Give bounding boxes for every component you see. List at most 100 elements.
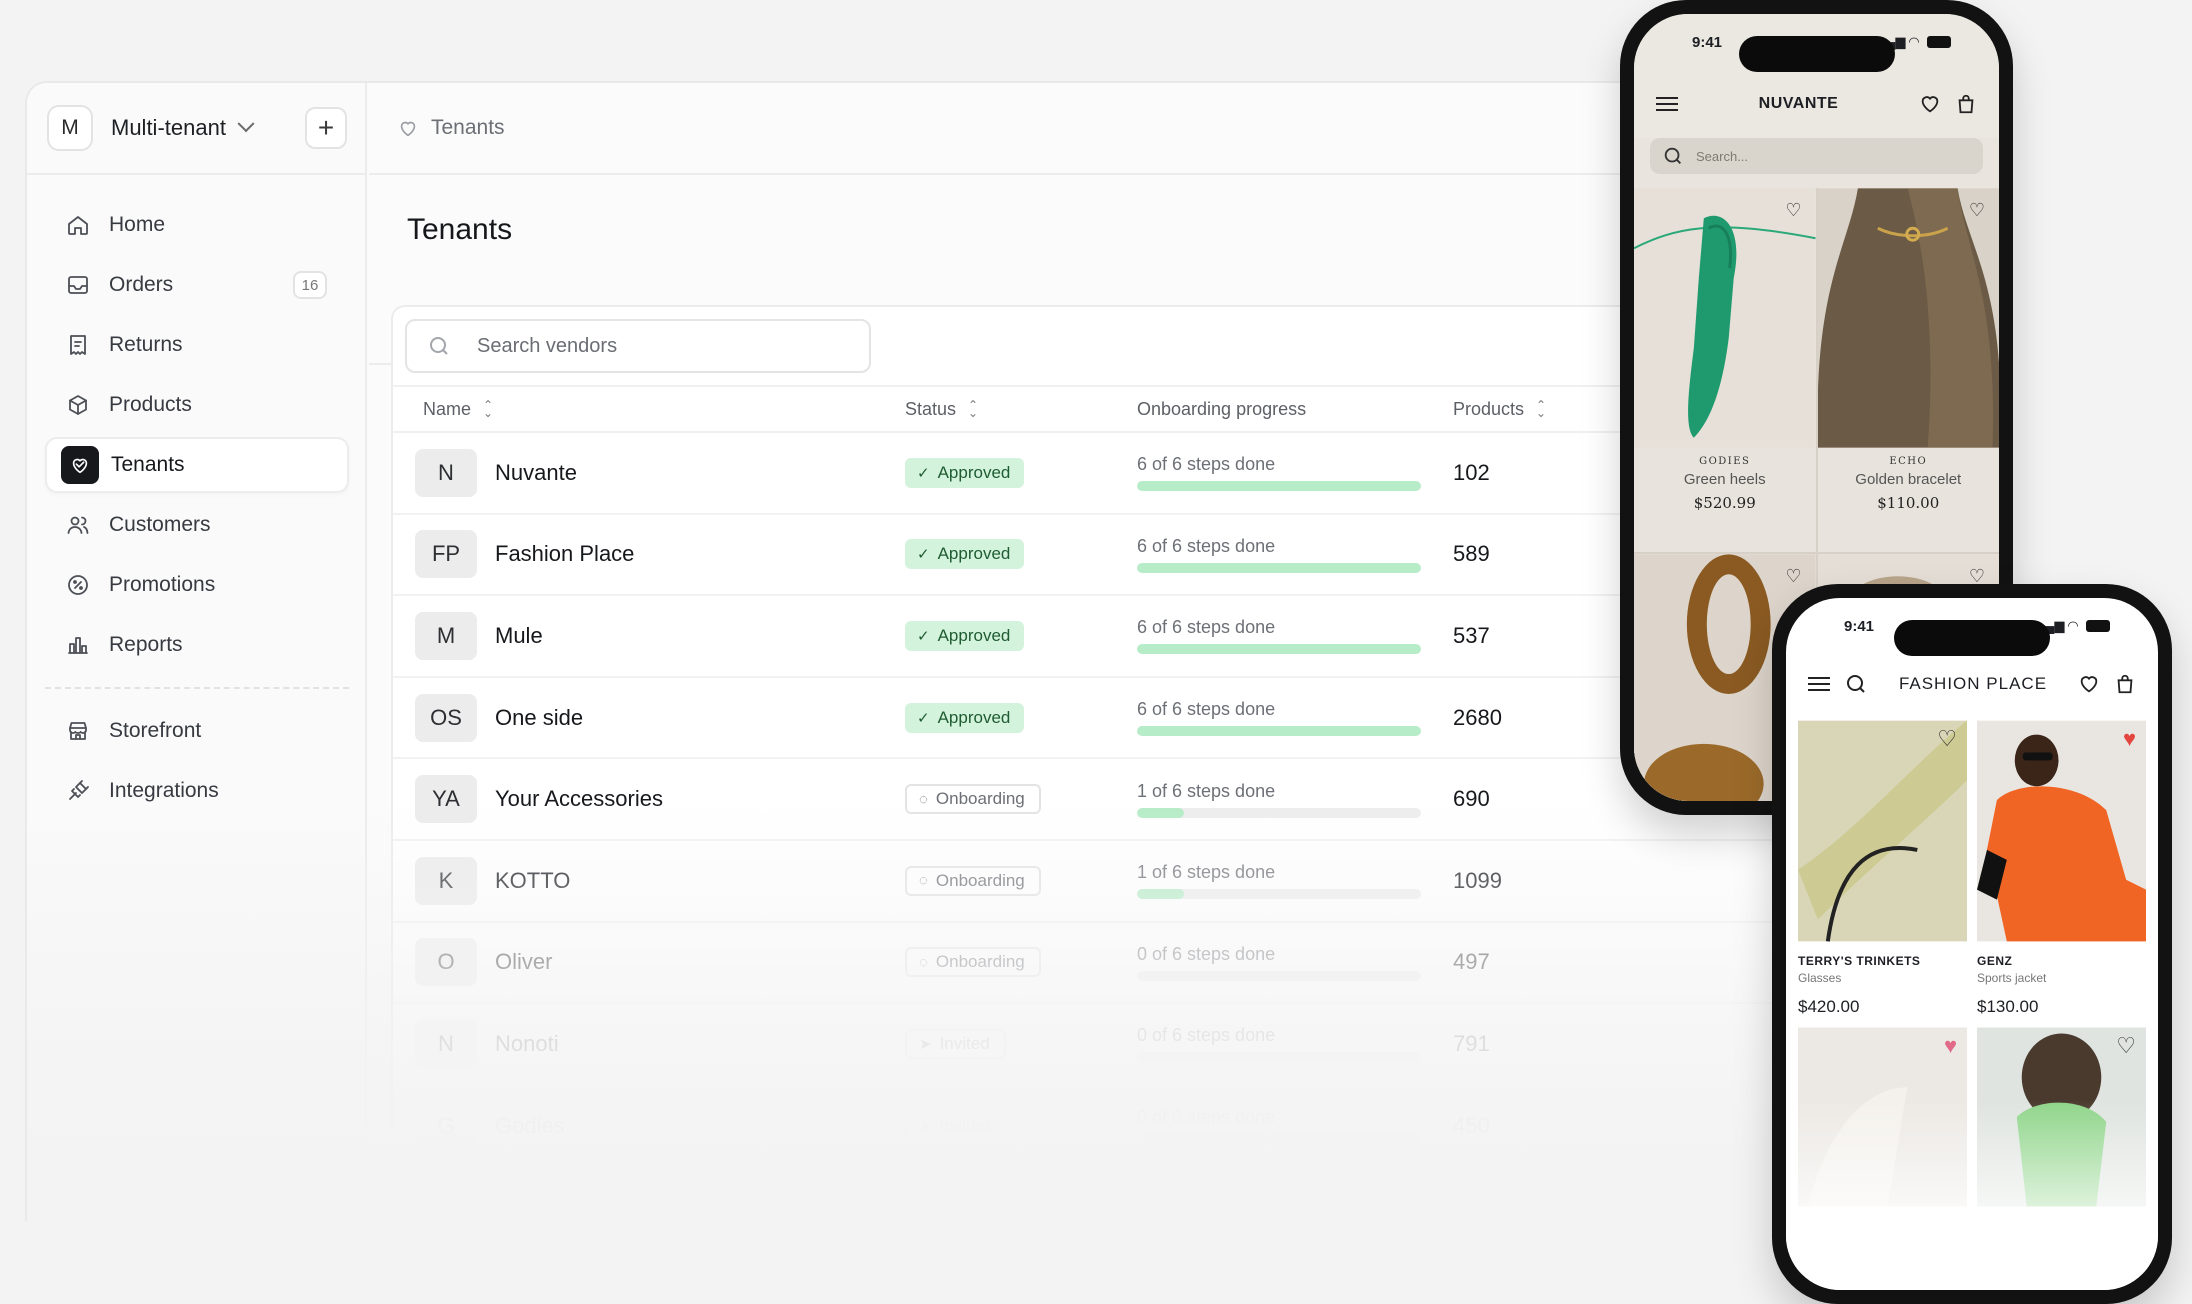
vendor-name[interactable]: Nuvante xyxy=(495,460,577,486)
progress-text: 0 of 6 steps done xyxy=(1137,943,1276,964)
sort-icon[interactable]: ⌃ ⌄ xyxy=(968,399,978,419)
products-count: 497 xyxy=(1453,949,1490,975)
vendor-cell: YA Your Accessories xyxy=(393,775,905,824)
table-row[interactable]: M Mule ✓ Approved 6 of 6 steps done 537 xyxy=(393,596,1825,678)
vendor-name[interactable]: Nonoti xyxy=(495,1031,559,1057)
menu-icon[interactable] xyxy=(1656,97,1678,111)
search-icon xyxy=(430,337,448,355)
sidebar-item-customers[interactable]: Customers xyxy=(45,497,349,553)
progress-bar xyxy=(1137,481,1421,492)
progress-cell: 0 of 6 steps done xyxy=(1137,1107,1453,1145)
approved-icon: ✓ xyxy=(917,464,930,482)
search-input[interactable]: Search vendors xyxy=(405,319,871,373)
column-header-products[interactable]: Products ⌃ ⌄ xyxy=(1453,399,1613,420)
heart-icon[interactable]: ♡ xyxy=(1785,566,1801,587)
vendor-name[interactable]: Nuvante xyxy=(495,1194,577,1203)
vendor-avatar: K xyxy=(415,856,477,905)
table-row[interactable]: FP Fashion Place ✓ Approved 6 of 6 steps don… xyxy=(393,515,1825,597)
search-placeholder: Search... xyxy=(1696,148,1749,164)
table-row[interactable]: K KOTTO ◌ Onboarding 1 of 6 steps done 1099 xyxy=(393,841,1825,923)
table-row[interactable]: YA Your Accessories ◌ Onboarding 1 of 6 step… xyxy=(393,759,1825,841)
products-count: 791 xyxy=(1453,1030,1490,1056)
table-row[interactable]: G Godies ➤ Invited 0 of 6 steps done 450 xyxy=(393,1086,1825,1168)
onboarding-icon: ◌ xyxy=(919,872,928,890)
column-header-name[interactable]: Name ⌃ ⌄ xyxy=(393,399,905,420)
product-card[interactable]: ♥ GENZ Sports jacket $130.00 xyxy=(1977,720,2146,1017)
vendor-name[interactable]: Oliver xyxy=(495,949,552,975)
sidebar-item-products[interactable]: Products xyxy=(45,377,349,433)
search-input[interactable]: Search... xyxy=(1650,138,1983,174)
table-row[interactable]: OS One side ✓ Approved 6 of 6 steps done 2680 xyxy=(393,678,1825,760)
heart-hand-icon xyxy=(400,121,416,137)
bag-icon[interactable] xyxy=(1955,93,1977,115)
chevron-down-icon[interactable] xyxy=(237,115,255,133)
vendor-avatar: G xyxy=(415,1101,477,1150)
vendor-name[interactable]: Godies xyxy=(495,1113,565,1139)
status-label: Approved xyxy=(937,544,1011,564)
sort-icon[interactable]: ⌃ ⌄ xyxy=(1536,399,1546,419)
status-cell: ◌ Onboarding xyxy=(905,947,1137,978)
vendor-name[interactable]: Mule xyxy=(495,623,543,649)
sidebar-item-reports[interactable]: Reports xyxy=(45,617,349,673)
heart-icon[interactable]: ♥ xyxy=(2123,726,2136,752)
heart-icon[interactable]: ♡ xyxy=(2116,1033,2136,1059)
heart-icon[interactable] xyxy=(1919,93,1941,115)
bag-icon[interactable] xyxy=(2114,673,2136,695)
heart-icon[interactable]: ♡ xyxy=(1785,200,1801,221)
product-card[interactable]: ♡ ECHO Golden bracelet $110.00 xyxy=(1817,188,1999,552)
sidebar-item-integrations[interactable]: Integrations xyxy=(45,763,349,819)
column-label: Onboarding progress xyxy=(1137,398,1307,419)
vendor-name[interactable]: Your Accessories xyxy=(495,786,663,812)
table-row[interactable]: N Nuvante xyxy=(393,1167,1825,1203)
menu-icon[interactable] xyxy=(1808,677,1830,691)
product-price: $420.00 xyxy=(1798,997,1860,1016)
table-toolbar: Search vendors xyxy=(393,307,1825,387)
vendor-name[interactable]: One side xyxy=(495,705,583,731)
vendor-avatar: N xyxy=(415,1019,477,1068)
product-card[interactable]: ♡ TERRY'S TRINKETS Glasses $420.00 xyxy=(1798,720,1967,1017)
products-count: 589 xyxy=(1453,541,1490,567)
vendor-avatar: FP xyxy=(415,530,477,579)
sidebar: M Multi-tenant + Home Orders 16 Returns … xyxy=(27,83,367,1221)
heart-hand-icon xyxy=(61,446,99,484)
progress-bar-fill xyxy=(1137,644,1421,655)
table-row[interactable]: N Nuvante ✓ Approved 6 of 6 steps done 102 xyxy=(393,433,1825,515)
sidebar-item-orders[interactable]: Orders 16 xyxy=(45,257,349,313)
sort-icon[interactable]: ⌃ ⌄ xyxy=(483,399,493,419)
search-icon[interactable] xyxy=(1844,672,1868,696)
store-title: NUVANTE xyxy=(1758,95,1839,112)
bar-chart-icon xyxy=(65,632,91,658)
product-image: ♡ xyxy=(1798,720,1967,942)
progress-cell: 0 of 6 steps done xyxy=(1137,944,1453,981)
table-row[interactable]: N Nonoti ➤ Invited 0 of 6 steps done 791 xyxy=(393,1004,1825,1086)
sidebar-item-home[interactable]: Home xyxy=(45,197,349,253)
table-row[interactable]: O Oliver ◌ Onboarding 0 of 6 steps done 497 xyxy=(393,923,1825,1005)
product-card[interactable]: ♡ GODIES Green heels $520.99 xyxy=(1634,188,1816,552)
product-name: Sports jacket xyxy=(1977,971,2047,985)
sidebar-item-returns[interactable]: Returns xyxy=(45,317,349,373)
store-name: Multi-tenant xyxy=(111,115,226,140)
products-count: 690 xyxy=(1453,786,1490,812)
search-placeholder: Search vendors xyxy=(477,334,618,357)
store-switcher[interactable]: M Multi-tenant + xyxy=(27,83,365,175)
vendor-name[interactable]: KOTTO xyxy=(495,868,570,894)
breadcrumb-item[interactable]: Tenants xyxy=(431,116,505,140)
heart-icon[interactable]: ♥ xyxy=(1944,1033,1957,1059)
heart-icon[interactable] xyxy=(2078,673,2100,695)
column-header-status[interactable]: Status ⌃ ⌄ xyxy=(905,399,1137,420)
inbox-icon xyxy=(65,272,91,298)
vendor-cell: K KOTTO xyxy=(393,856,905,905)
sidebar-item-promotions[interactable]: Promotions xyxy=(45,557,349,613)
invited-icon: ➤ xyxy=(919,1035,932,1053)
heart-icon[interactable]: ♡ xyxy=(1969,200,1985,221)
approved-icon: ✓ xyxy=(917,627,930,645)
add-store-button[interactable]: + xyxy=(305,107,347,149)
sidebar-item-storefront[interactable]: Storefront xyxy=(45,703,349,759)
sidebar-item-tenants[interactable]: Tenants xyxy=(45,437,349,493)
phone-mockup-fashion-place: 9:41 ▂▄▆ ◠ FASHION PLACE ♡ TERRY'S TRINK… xyxy=(1772,584,2172,1304)
progress-cell xyxy=(1137,1199,1453,1203)
vendor-name[interactable]: Fashion Place xyxy=(495,541,634,567)
sidebar-item-label: Home xyxy=(109,213,166,236)
heart-icon[interactable]: ♡ xyxy=(1937,726,1957,752)
dynamic-island xyxy=(1894,620,2050,656)
